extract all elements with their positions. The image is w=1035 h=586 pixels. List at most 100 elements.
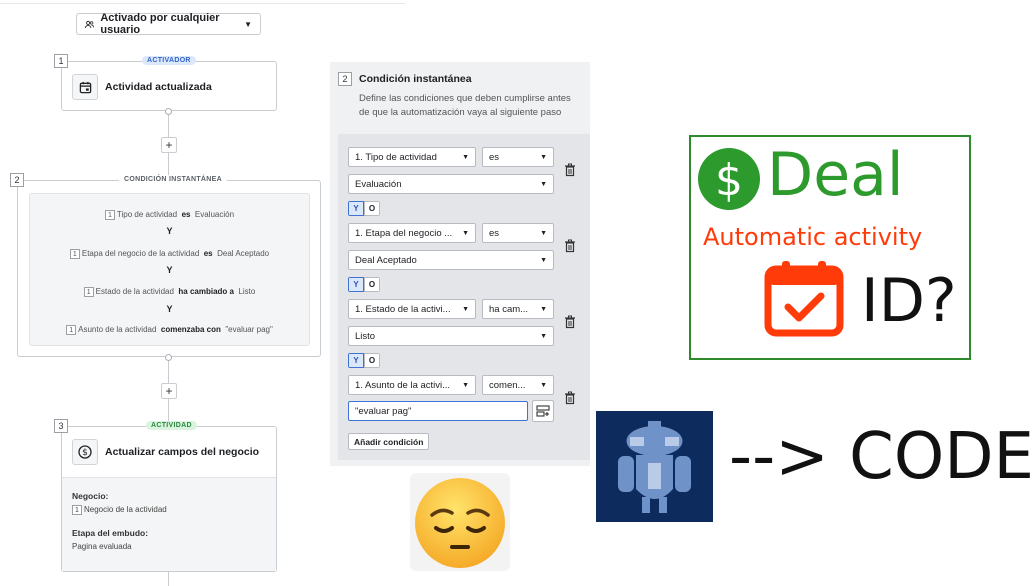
condition-editor-panel: 2 Condición instantánea Define las condi… <box>330 62 590 466</box>
and-option[interactable]: Y <box>348 353 364 368</box>
and-or-toggle-2[interactable]: YO <box>348 277 380 292</box>
condition-3-field-select[interactable]: 1. Estado de la activi... ▼ <box>348 299 476 319</box>
step-2-tag: CONDICIÓN INSTANTÁNEA <box>119 175 227 184</box>
editor-description-2: de que la automatización vaya al siguien… <box>359 107 562 118</box>
chevron-down-icon: ▼ <box>540 381 547 389</box>
chevron-down-icon: ▼ <box>462 229 469 237</box>
chevron-down-icon: ▼ <box>462 305 469 313</box>
top-divider <box>0 3 405 4</box>
summary-condition-3: 1 Estado de la actividad ha cambiado a Li… <box>30 287 309 297</box>
insert-field-button[interactable] <box>532 400 554 422</box>
condition-4-value-input[interactable]: "evaluar pag" <box>348 401 528 421</box>
summary-condition-4: 1 Asunto de la actividad comenzaba con "e… <box>30 325 309 335</box>
connector-line <box>168 361 169 383</box>
condition-4-operator-select[interactable]: comen... ▼ <box>482 375 554 395</box>
users-icon <box>85 20 95 28</box>
pensive-face-icon <box>415 478 505 568</box>
or-option[interactable]: O <box>364 277 380 292</box>
trash-icon[interactable] <box>564 239 576 253</box>
step-3-card[interactable]: $ Actualizar campos del negocio Negocio:… <box>61 426 277 572</box>
chevron-down-icon: ▼ <box>540 332 547 340</box>
chevron-down-icon: ▼ <box>540 229 547 237</box>
dollar-circle-icon: $ <box>698 148 760 210</box>
conditions-editor: 1. Tipo de actividad ▼ es ▼ Evaluación ▼ YO… <box>338 134 590 460</box>
step-3-number: 3 <box>54 419 68 433</box>
chevron-down-icon: ▼ <box>462 153 469 161</box>
automatic-activity-label: Automatic activity <box>703 223 923 251</box>
connector-line <box>168 572 169 586</box>
step-1-card[interactable]: Actividad actualizada <box>61 61 277 111</box>
code-arrow-label: --> CODE <box>729 420 1034 494</box>
summary-joiner: Y <box>166 226 173 236</box>
step-1-number: 1 <box>54 54 68 68</box>
and-or-toggle-3[interactable]: YO <box>348 353 380 368</box>
chevron-down-icon: ▼ <box>540 180 547 188</box>
connector-dot <box>165 108 172 115</box>
trash-icon[interactable] <box>564 391 576 405</box>
conditions-summary: 1 Tipo de actividad es Evaluación Y 1 Etap… <box>29 193 310 346</box>
condition-2-field-select[interactable]: 1. Etapa del negocio ... ▼ <box>348 223 476 243</box>
connector-line <box>168 399 169 421</box>
step-3-icon-box: $ <box>72 439 98 465</box>
deal-annotation-box: $ Deal Automatic activity ID? <box>689 135 971 360</box>
field-label-negocio: Negocio: <box>72 491 109 501</box>
insert-field-icon <box>536 405 550 417</box>
chevron-down-icon: ▼ <box>540 153 547 161</box>
and-option[interactable]: Y <box>348 277 364 292</box>
chevron-down-icon: ▼ <box>540 256 547 264</box>
chevron-down-icon: ▼ <box>244 19 252 29</box>
connector-line <box>168 153 169 175</box>
editor-step-number: 2 <box>338 72 352 86</box>
chevron-down-icon: ▼ <box>462 381 469 389</box>
condition-3-value-select[interactable]: Listo ▼ <box>348 326 554 346</box>
dollar-symbol: $ <box>715 155 743 206</box>
deal-label: Deal <box>767 140 904 210</box>
svg-text:$: $ <box>82 448 88 458</box>
field-value-etapa: Pagina evaluada <box>72 542 132 551</box>
step-1-tag: ACTIVADOR <box>142 56 196 65</box>
step-1-title: Actividad actualizada <box>105 81 212 93</box>
field-label-etapa: Etapa del embudo: <box>72 528 149 538</box>
summary-joiner: Y <box>166 304 173 314</box>
condition-2-operator-select[interactable]: es ▼ <box>482 223 554 243</box>
summary-condition-1: 1 Tipo de actividad es Evaluación <box>30 210 309 220</box>
condition-3-operator-select[interactable]: ha cam... ▼ <box>482 299 554 319</box>
dollar-icon: $ <box>78 445 92 459</box>
step-3-tag: ACTIVIDAD <box>146 421 197 430</box>
condition-1-operator-select[interactable]: es ▼ <box>482 147 554 167</box>
or-option[interactable]: O <box>364 201 380 216</box>
condition-1-value-select[interactable]: Evaluación ▼ <box>348 174 554 194</box>
step-3-fields: Negocio: 1 Negocio de la actividad Etapa … <box>62 477 276 571</box>
summary-condition-2: 1 Etapa del negocio de la actividad es De… <box>30 249 309 259</box>
connector-line <box>168 115 169 137</box>
robot-icon <box>618 421 691 513</box>
field-value-negocio: 1 Negocio de la actividad <box>72 505 167 515</box>
trigger-user-label: Activado por cualquier usuario <box>100 12 220 36</box>
step-2-number: 2 <box>10 173 24 187</box>
chevron-down-icon: ▼ <box>540 305 547 313</box>
sad-emoji <box>410 473 510 571</box>
trash-icon[interactable] <box>564 315 576 329</box>
and-option[interactable]: Y <box>348 201 364 216</box>
add-step-button[interactable]: + <box>161 383 177 399</box>
step-3-title: Actualizar campos del negocio <box>105 446 260 458</box>
add-step-button[interactable]: + <box>161 137 177 153</box>
condition-4-field-select[interactable]: 1. Asunto de la activi... ▼ <box>348 375 476 395</box>
id-question-label: ID? <box>861 266 957 336</box>
calendar-icon <box>79 81 91 93</box>
step-2-card[interactable]: 1 Tipo de actividad es Evaluación Y 1 Etap… <box>17 180 321 357</box>
add-condition-button[interactable]: Añadir condición <box>348 433 430 450</box>
condition-1-field-select[interactable]: 1. Tipo de actividad ▼ <box>348 147 476 167</box>
editor-description-1: Define las condiciones que deben cumplir… <box>359 93 571 104</box>
robot-logo <box>596 411 713 522</box>
condition-2-value-select[interactable]: Deal Aceptado ▼ <box>348 250 554 270</box>
calendar-check-icon <box>764 261 844 337</box>
trigger-user-dropdown[interactable]: Activado por cualquier usuario ▼ <box>76 12 261 36</box>
editor-title: Condición instantánea <box>359 73 472 85</box>
summary-joiner: Y <box>166 265 173 275</box>
or-option[interactable]: O <box>364 353 380 368</box>
step-1-icon-box <box>72 74 98 100</box>
and-or-toggle-1[interactable]: YO <box>348 201 380 216</box>
connector-dot <box>165 354 172 361</box>
trash-icon[interactable] <box>564 163 576 177</box>
